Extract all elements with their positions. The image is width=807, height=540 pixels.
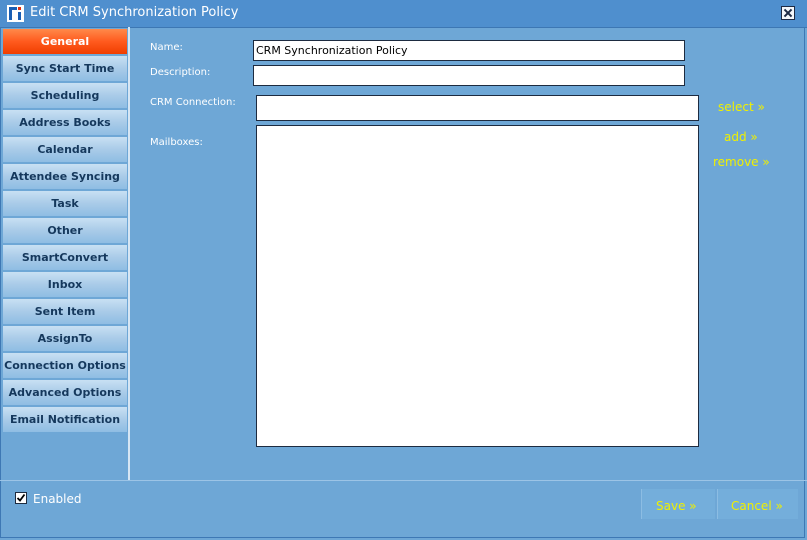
sidebar-item-task[interactable]: Task — [3, 191, 127, 216]
mailboxes-label: Mailboxes: — [150, 137, 203, 148]
description-input[interactable] — [253, 65, 685, 86]
app-logo-icon — [7, 5, 24, 22]
sidebar-item-label: Sent Item — [34, 305, 96, 318]
sidebar-item-other[interactable]: Other — [3, 218, 127, 243]
sidebar-item-attendee-syncing[interactable]: Attendee Syncing — [3, 164, 127, 189]
mailboxes-listbox[interactable] — [256, 125, 699, 447]
window-title: Edit CRM Synchronization Policy — [30, 5, 239, 20]
sidebar-item-smartconvert[interactable]: SmartConvert — [3, 245, 127, 270]
sidebar-item-label: SmartConvert — [21, 251, 109, 264]
cancel-button[interactable]: Cancel » — [731, 499, 783, 513]
add-mailbox-link[interactable]: add » — [724, 130, 758, 144]
sidebar-item-assignto[interactable]: AssignTo — [3, 326, 127, 351]
sidebar-item-connection-options[interactable]: Connection Options — [3, 353, 127, 378]
remove-mailbox-link[interactable]: remove » — [713, 155, 770, 169]
sidebar-item-label: Advanced Options — [8, 386, 122, 399]
sidebar-item-advanced-options[interactable]: Advanced Options — [3, 380, 127, 405]
sidebar-item-label: General — [40, 35, 90, 48]
sidebar-item-scheduling[interactable]: Scheduling — [3, 83, 127, 108]
enabled-label: Enabled — [33, 492, 82, 506]
footer-divider — [0, 480, 807, 481]
sidebar-item-label: Attendee Syncing — [10, 170, 120, 183]
checkmark-icon — [16, 493, 26, 502]
sidebar-item-label: Task — [51, 197, 79, 210]
sidebar-item-label: Inbox — [47, 278, 83, 291]
sidebar-item-label: Connection Options — [4, 359, 126, 372]
select-connection-link[interactable]: select » — [718, 100, 765, 114]
close-icon[interactable] — [781, 6, 795, 20]
sidebar-item-label: Other — [47, 224, 83, 237]
crm-connection-label: CRM Connection: — [150, 97, 236, 108]
sidebar-item-sync-start-time[interactable]: Sync Start Time — [3, 56, 127, 81]
sidebar-item-label: Address Books — [19, 116, 111, 129]
sidebar-item-address-books[interactable]: Address Books — [3, 110, 127, 135]
crm-connection-input[interactable] — [256, 95, 699, 121]
name-label: Name: — [150, 42, 183, 53]
sidebar-item-general[interactable]: General — [3, 29, 127, 54]
sidebar-item-label: Calendar — [37, 143, 93, 156]
description-label: Description: — [150, 67, 211, 78]
sidebar-item-calendar[interactable]: Calendar — [3, 137, 127, 162]
sidebar-item-sent-item[interactable]: Sent Item — [3, 299, 127, 324]
sidebar-item-label: AssignTo — [37, 332, 93, 345]
save-button[interactable]: Save » — [656, 499, 697, 513]
sidebar-item-label: Sync Start Time — [15, 62, 115, 75]
name-input[interactable] — [253, 40, 685, 61]
enabled-checkbox[interactable] — [15, 492, 27, 504]
sidebar-item-label: Scheduling — [30, 89, 100, 102]
sidebar-item-label: Email Notification — [9, 413, 121, 426]
sidebar-item-inbox[interactable]: Inbox — [3, 272, 127, 297]
title-bar: Edit CRM Synchronization Policy — [0, 0, 807, 28]
sidebar-item-email-notification[interactable]: Email Notification — [3, 407, 127, 432]
